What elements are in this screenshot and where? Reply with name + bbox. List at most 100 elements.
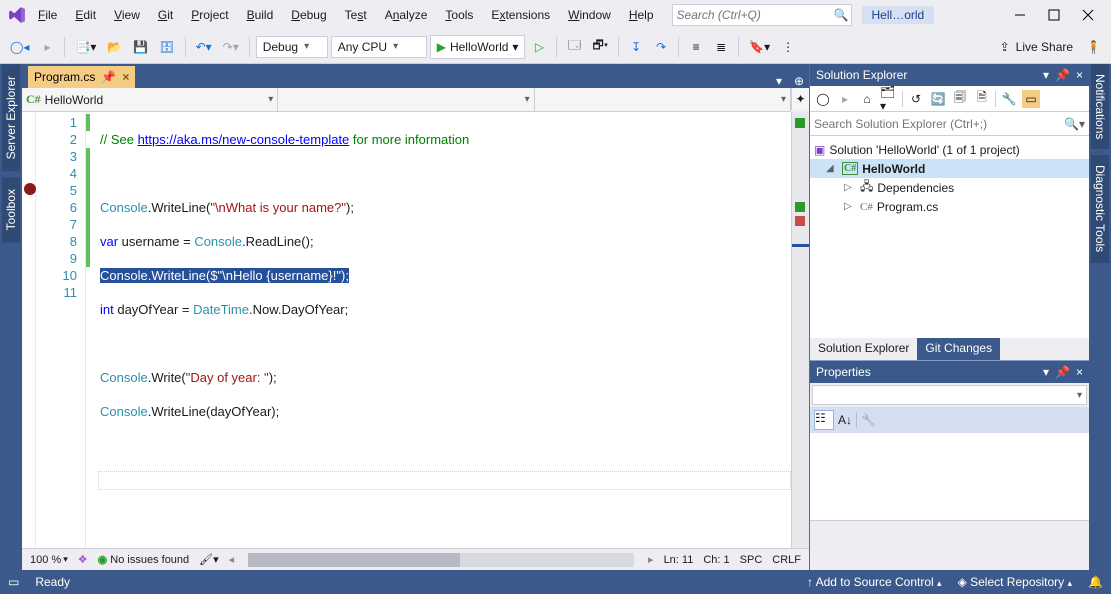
menu-edit[interactable]: Edit	[67, 4, 104, 26]
save-all-button[interactable]: 🗄	[155, 35, 178, 59]
feedback-button[interactable]: 🧍	[1082, 35, 1105, 59]
menu-build[interactable]: Build	[239, 4, 282, 26]
se-tab-solution[interactable]: Solution Explorer	[810, 338, 917, 360]
global-search-input[interactable]	[677, 8, 834, 22]
horizontal-scrollbar[interactable]	[248, 553, 634, 567]
start-debug-button[interactable]: ▶ HelloWorld ▾	[430, 35, 526, 59]
step-over-button[interactable]: ↷	[650, 35, 672, 59]
panel-pin-icon[interactable]: 📌	[1055, 365, 1070, 379]
select-repo-button[interactable]: ◈ Select Repository ▴	[958, 575, 1072, 589]
breakpoint-margin[interactable]	[22, 112, 36, 548]
panel-close-icon[interactable]: ×	[1076, 365, 1083, 379]
notifications-tab[interactable]: Notifications	[1091, 64, 1109, 149]
panel-options-icon[interactable]: ▾	[1043, 365, 1049, 379]
lineend-mode[interactable]: CRLF	[772, 554, 801, 566]
lightbulb-icon[interactable]: ❖	[78, 553, 88, 566]
panel-close-icon[interactable]: ×	[1076, 68, 1083, 82]
nav-project-combo[interactable]: C# HelloWorld▾	[22, 88, 278, 111]
redo-button[interactable]: ↷▾	[219, 35, 243, 59]
se-fwd-icon[interactable]: ▸	[836, 90, 854, 108]
bookmark-button[interactable]: 🔖▾	[745, 35, 774, 59]
tree-solution-node[interactable]: ▣ Solution 'HelloWorld' (1 of 1 project)	[810, 140, 1089, 159]
properties-grid[interactable]	[810, 433, 1089, 520]
menu-extensions[interactable]: Extensions	[483, 4, 558, 26]
solution-tree[interactable]: ▣ Solution 'HelloWorld' (1 of 1 project)…	[810, 136, 1089, 220]
indent-mode[interactable]: SPC	[740, 554, 763, 566]
config-combo[interactable]: Debug▾	[256, 36, 328, 58]
panel-pin-icon[interactable]: 📌	[1055, 68, 1070, 82]
overview-ruler[interactable]	[791, 112, 809, 548]
expander-icon[interactable]: ▷	[844, 182, 856, 193]
nav-member-combo[interactable]: ▾	[535, 88, 791, 111]
se-collapse-icon[interactable]: 🗐	[951, 90, 969, 108]
close-tab-icon[interactable]: ×	[122, 70, 129, 84]
tb-icon-1[interactable]: 🗔	[563, 35, 585, 59]
server-explorer-tab[interactable]: Server Explorer	[2, 64, 20, 171]
code-editor[interactable]: 1234567891011 // See https://aka.ms/new-…	[22, 112, 809, 548]
menu-window[interactable]: Window	[560, 4, 619, 26]
sort-icon[interactable]: A↓	[838, 413, 852, 427]
tree-project-node[interactable]: ◢ C# HelloWorld	[810, 159, 1089, 178]
menu-git[interactable]: Git	[150, 4, 181, 26]
se-preview-icon[interactable]: ▭	[1022, 90, 1040, 108]
new-project-button[interactable]: 📑▾	[71, 35, 100, 59]
live-share-button[interactable]: ⇪ Live Share	[994, 40, 1079, 54]
open-button[interactable]: 📂	[103, 35, 126, 59]
close-button[interactable]	[1071, 3, 1105, 27]
outdent-button[interactable]: ≣	[710, 35, 732, 59]
se-tab-git[interactable]: Git Changes	[917, 338, 1000, 360]
nav-type-combo[interactable]: ▾	[278, 88, 534, 111]
brush-icon[interactable]: 🖌▾	[199, 553, 219, 566]
se-switch-icon[interactable]: 🗂▾	[880, 90, 898, 108]
maximize-button[interactable]	[1037, 3, 1071, 27]
tree-file-node[interactable]: ▷ C# Program.cs	[810, 197, 1089, 216]
solution-explorer-search[interactable]: 🔍▾	[810, 112, 1089, 136]
properties-combo[interactable]: ▾	[812, 385, 1087, 405]
tabs-dropdown-icon[interactable]: ▾	[769, 74, 789, 88]
pin-icon[interactable]: 📌	[101, 70, 116, 84]
global-search[interactable]: 🔍	[672, 4, 852, 26]
menu-test[interactable]: Test	[337, 4, 375, 26]
undo-button[interactable]: ↶▾	[192, 35, 216, 59]
se-properties-icon[interactable]: 🔧	[1000, 90, 1018, 108]
wrench-icon[interactable]: 🔧	[861, 413, 876, 427]
issues-status[interactable]: ◉ No issues found	[98, 553, 190, 566]
tree-dependencies-node[interactable]: ▷ 🖧 Dependencies	[810, 178, 1089, 197]
bell-icon[interactable]: 🔔	[1088, 575, 1103, 589]
split-editor-button[interactable]: ✦	[791, 88, 809, 110]
se-refresh-icon[interactable]: 🔄	[929, 90, 947, 108]
save-button[interactable]: 💾	[129, 35, 152, 59]
code-lines[interactable]: // See https://aka.ms/new-console-templa…	[86, 112, 791, 548]
expander-icon[interactable]: ▷	[844, 201, 856, 212]
menu-debug[interactable]: Debug	[283, 4, 334, 26]
se-search-input[interactable]	[814, 117, 1064, 131]
indent-button[interactable]: ≡	[685, 35, 707, 59]
menu-tools[interactable]: Tools	[437, 4, 481, 26]
minimize-button[interactable]	[1003, 3, 1037, 27]
nav-fwd-button[interactable]: ▸	[36, 35, 58, 59]
zoom-combo[interactable]: 100 % ▾	[30, 554, 68, 566]
start-without-debug-button[interactable]: ▷	[528, 35, 550, 59]
menu-project[interactable]: Project	[183, 4, 236, 26]
doc-tab-program[interactable]: Program.cs 📌 ×	[28, 66, 135, 88]
tb-icon-2[interactable]: 🗗▾	[588, 35, 612, 59]
add-source-control-button[interactable]: ↑ Add to Source Control ▴	[807, 575, 942, 589]
platform-combo[interactable]: Any CPU▾	[331, 36, 427, 58]
breakpoint-dot[interactable]	[24, 183, 36, 195]
tb-extra-button[interactable]: ⋮	[777, 35, 799, 59]
menu-help[interactable]: Help	[621, 4, 662, 26]
nav-back-button[interactable]: ◯◂	[6, 35, 33, 59]
se-showall-icon[interactable]: 🗎	[973, 90, 991, 108]
menu-file[interactable]: File	[30, 4, 65, 26]
diagnostics-tab[interactable]: Diagnostic Tools	[1091, 155, 1109, 262]
categorize-icon[interactable]: ☷	[814, 410, 834, 430]
dock-icon[interactable]: ⊕	[789, 74, 809, 88]
expander-icon[interactable]: ◢	[826, 163, 838, 174]
toolbox-tab[interactable]: Toolbox	[2, 177, 20, 242]
se-back-icon[interactable]: ◯	[814, 90, 832, 108]
menu-analyze[interactable]: Analyze	[377, 4, 436, 26]
se-sync-icon[interactable]: ↺	[907, 90, 925, 108]
se-home-icon[interactable]: ⌂	[858, 90, 876, 108]
menu-view[interactable]: View	[106, 4, 148, 26]
step-into-button[interactable]: ↧	[625, 35, 647, 59]
